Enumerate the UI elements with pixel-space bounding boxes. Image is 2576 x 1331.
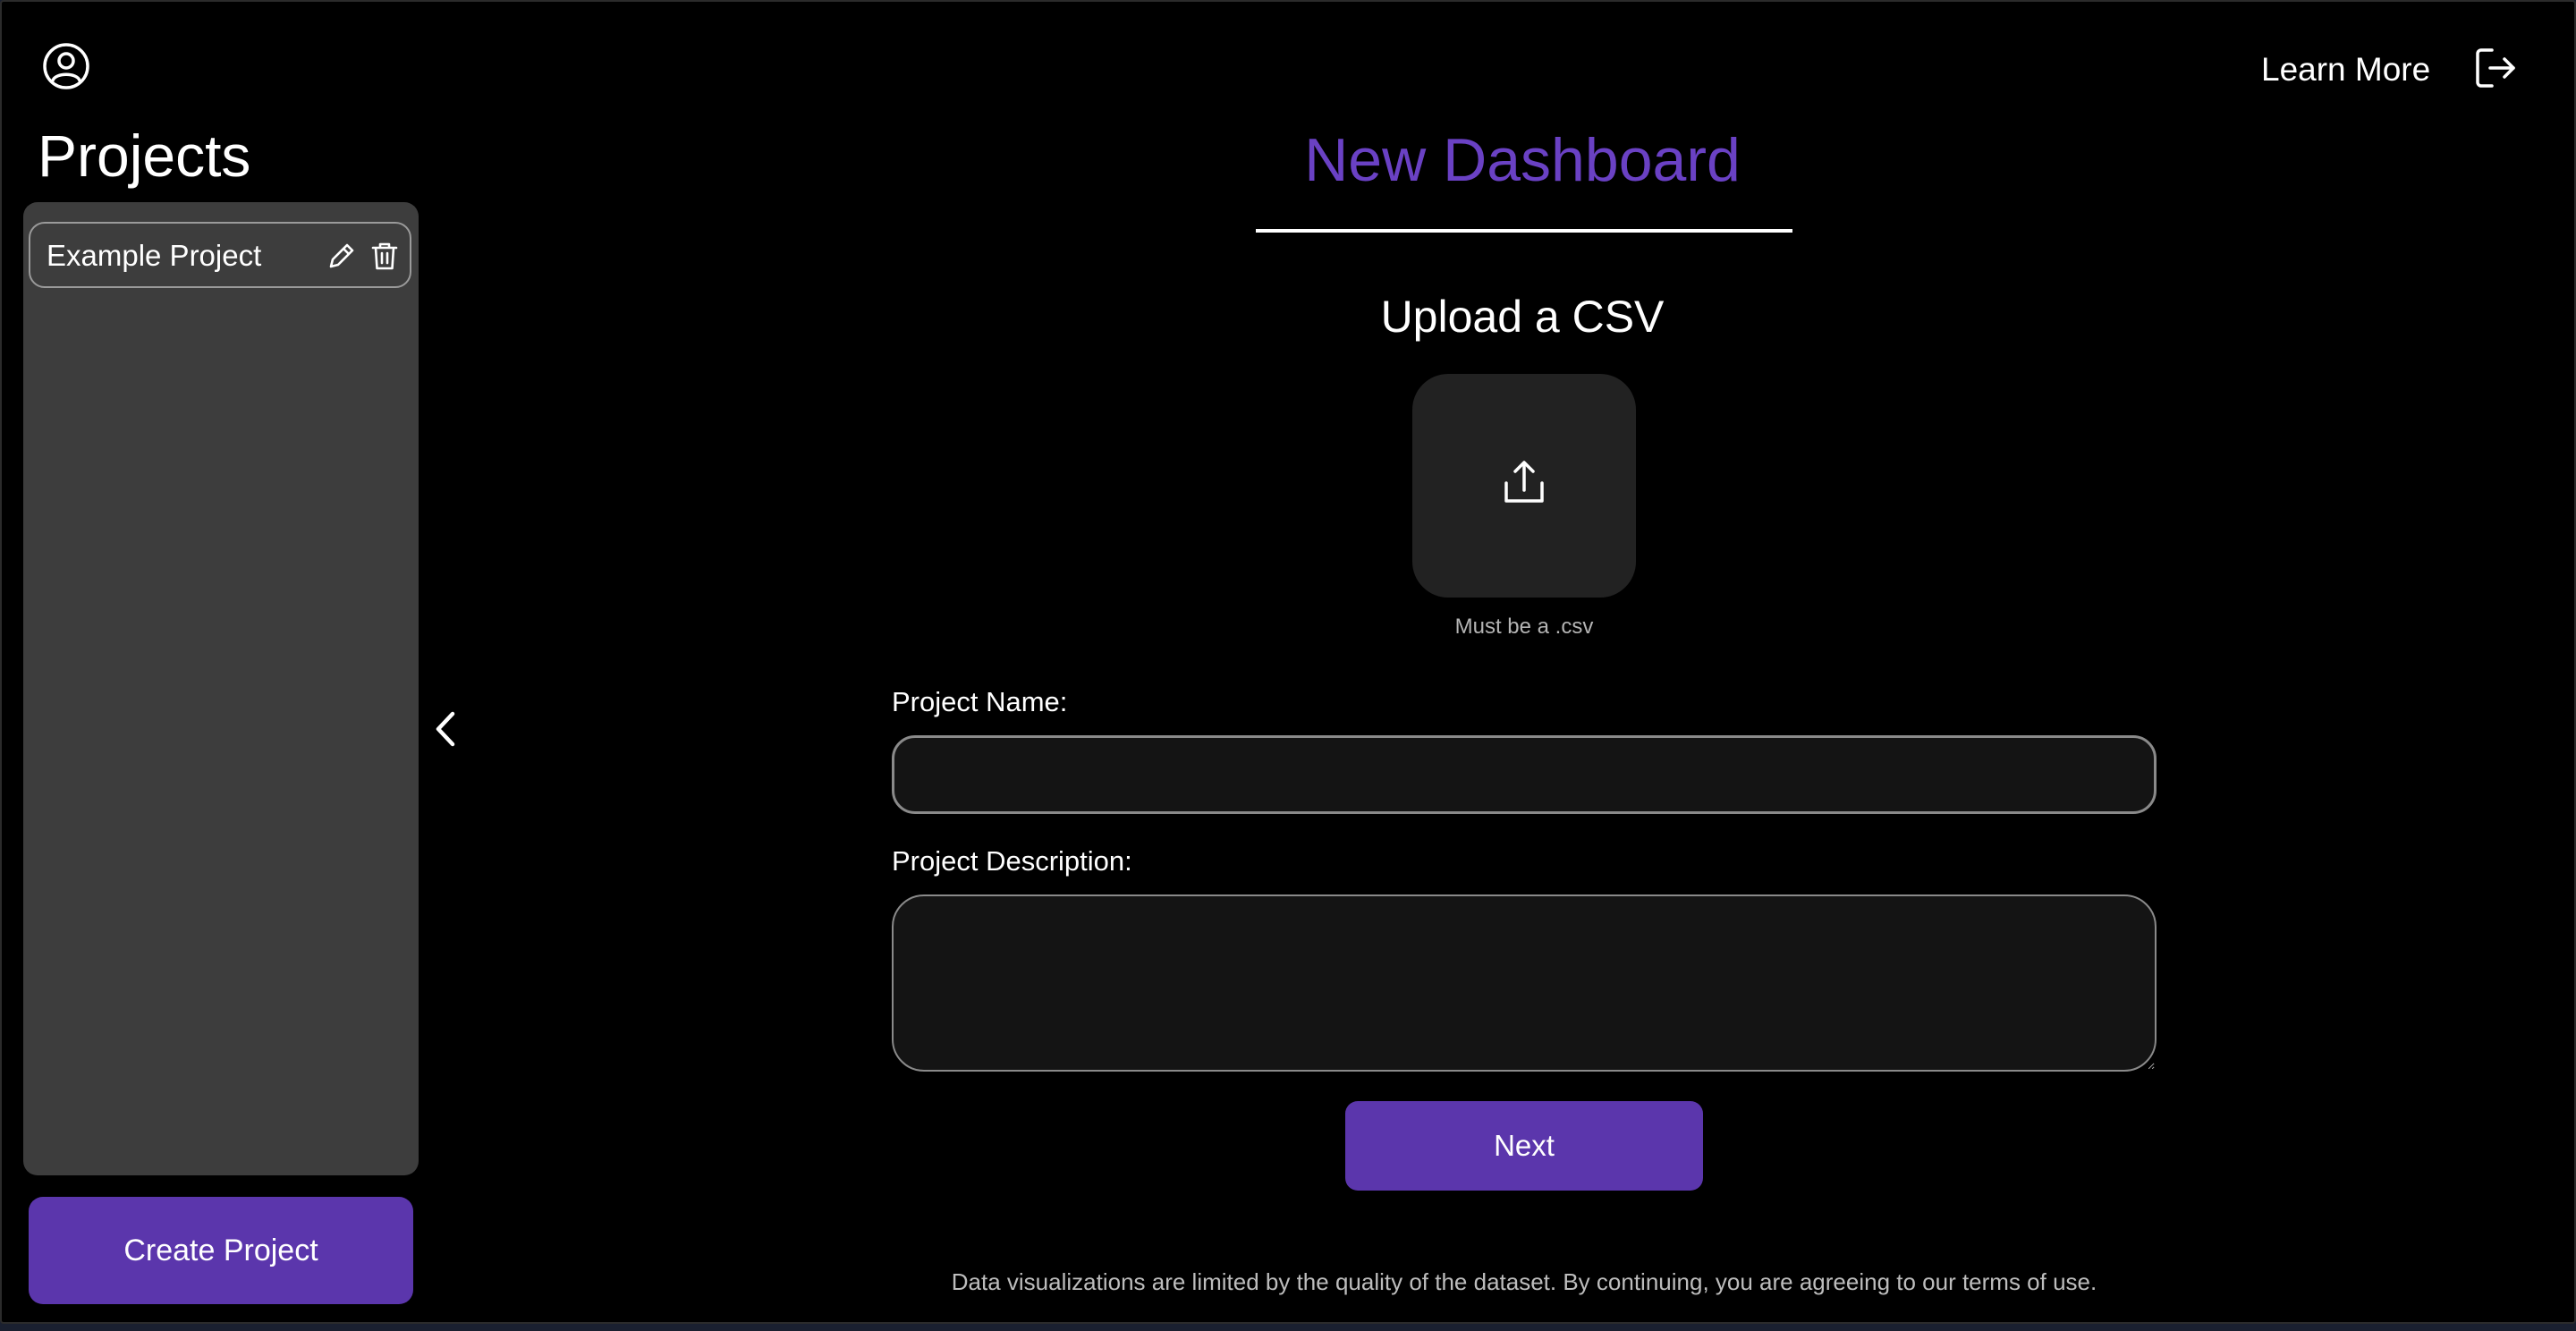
upload-hint: Must be a .csv bbox=[1454, 615, 1594, 639]
create-project-button[interactable]: Create Project bbox=[29, 1197, 413, 1304]
edit-project-button[interactable] bbox=[326, 240, 358, 272]
page-title: New Dashboard bbox=[1304, 126, 1741, 194]
project-name-label: Project Name: bbox=[892, 686, 1068, 717]
logout-icon bbox=[2476, 48, 2515, 88]
pencil-icon bbox=[329, 243, 354, 268]
csv-upload-button[interactable] bbox=[1412, 374, 1636, 598]
project-description-label: Project Description: bbox=[892, 845, 1132, 877]
logout-button[interactable] bbox=[2472, 45, 2519, 91]
project-name-input[interactable] bbox=[892, 735, 2157, 814]
app-window: Learn More Projects Example Project Crea… bbox=[0, 0, 2576, 1324]
collapse-sidebar-button[interactable] bbox=[429, 707, 462, 751]
user-circle-icon bbox=[43, 43, 89, 89]
project-description-input[interactable] bbox=[892, 894, 2157, 1072]
chevron-left-icon bbox=[436, 711, 455, 747]
sidebar-title: Projects bbox=[38, 123, 251, 189]
learn-more-link[interactable]: Learn More bbox=[2261, 50, 2430, 89]
title-divider bbox=[1256, 229, 1792, 233]
projects-list: Example Project bbox=[23, 202, 419, 1175]
upload-heading: Upload a CSV bbox=[1380, 292, 1665, 342]
profile-button[interactable] bbox=[41, 41, 91, 91]
upload-icon bbox=[1504, 461, 1544, 503]
project-item-label: Example Project bbox=[47, 239, 262, 272]
trash-icon bbox=[371, 242, 398, 270]
project-item[interactable]: Example Project bbox=[29, 222, 411, 288]
next-button[interactable]: Next bbox=[1345, 1101, 1703, 1191]
terms-disclaimer: Data visualizations are limited by the q… bbox=[951, 1268, 2097, 1295]
delete-project-button[interactable] bbox=[369, 240, 401, 272]
